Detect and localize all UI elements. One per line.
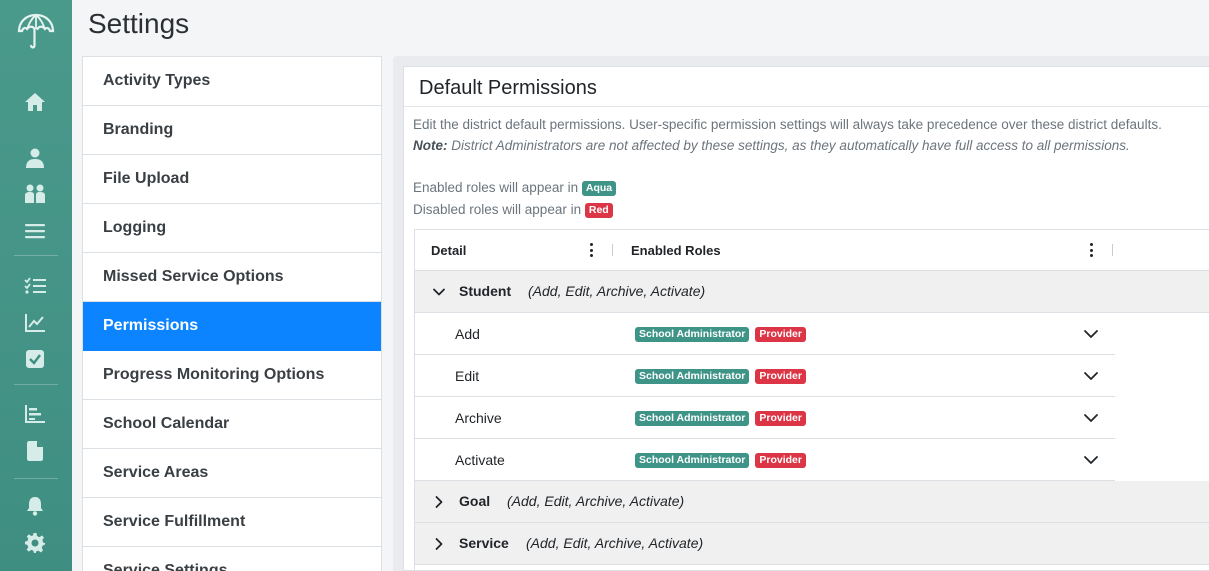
chevron-down-icon[interactable] <box>1083 369 1099 383</box>
chevron-right-icon[interactable] <box>432 495 446 509</box>
permission-row: Activate School Administrator Provider <box>415 439 1115 481</box>
group-actions: (Add, Edit, Archive, Activate) <box>526 535 704 551</box>
enabled-roles: School Administrator Provider <box>635 411 806 426</box>
file-icon[interactable] <box>24 440 46 462</box>
check-square-icon[interactable] <box>24 348 46 370</box>
permission-name: Edit <box>455 368 480 384</box>
group-name: Service <box>459 535 509 551</box>
group-row-student[interactable]: Student (Add, Edit, Archive, Activate) <box>415 271 1209 313</box>
default-permissions-card: Default Permissions Edit the district de… <box>403 66 1209 571</box>
left-nav-rail <box>0 0 72 571</box>
chevron-down-icon[interactable] <box>1083 453 1099 467</box>
group-row-goal[interactable]: Goal (Add, Edit, Archive, Activate) <box>415 481 1209 523</box>
card-divider <box>404 106 1209 107</box>
gear-icon[interactable] <box>24 532 46 554</box>
checklist-icon[interactable] <box>24 275 46 297</box>
chevron-down-icon[interactable] <box>1083 327 1099 341</box>
menu-item-missed-service-options[interactable]: Missed Service Options <box>83 253 381 302</box>
description-text: Edit the district default permissions. U… <box>413 117 1162 132</box>
line-chart-icon[interactable] <box>24 312 46 334</box>
permission-name: Archive <box>455 410 502 426</box>
note-body: District Administrators are not affected… <box>451 138 1130 153</box>
card-title: Default Permissions <box>419 77 597 99</box>
menu-item-logging[interactable]: Logging <box>83 204 381 253</box>
menu-item-service-fulfillment[interactable]: Service Fulfillment <box>83 498 381 547</box>
enabled-roles: School Administrator Provider <box>635 369 806 384</box>
menu-item-progress-monitoring-options[interactable]: Progress Monitoring Options <box>83 351 381 400</box>
column-header-enabled-roles[interactable]: Enabled Roles <box>631 243 721 258</box>
column-resize-handle[interactable] <box>1112 244 1113 256</box>
menu-item-branding[interactable]: Branding <box>83 106 381 155</box>
role-tag-school-administrator: School Administrator <box>635 411 750 426</box>
column-header-detail[interactable]: Detail <box>431 243 466 258</box>
enabled-legend-text: Enabled roles will appear in <box>413 180 579 195</box>
umbrella-logo-icon[interactable] <box>17 12 55 52</box>
permission-row: Archive School Administrator Provider <box>415 397 1115 439</box>
enabled-roles: School Administrator Provider <box>635 453 806 468</box>
permission-name: Add <box>455 326 480 342</box>
red-legend-tag: Red <box>584 203 613 218</box>
enabled-roles: School Administrator Provider <box>635 327 806 342</box>
group-actions: (Add, Edit, Archive, Activate) <box>507 493 685 509</box>
menu-item-school-calendar[interactable]: School Calendar <box>83 400 381 449</box>
chevron-right-icon[interactable] <box>432 537 446 551</box>
grid-body: Student (Add, Edit, Archive, Activate) Add… <box>415 271 1209 565</box>
role-tag-provider: Provider <box>755 453 806 468</box>
page-title: Settings <box>88 8 190 39</box>
role-tag-school-administrator: School Administrator <box>635 327 750 342</box>
menu-item-service-areas[interactable]: Service Areas <box>83 449 381 498</box>
group-name: Goal <box>459 493 491 509</box>
column-resize-handle[interactable] <box>612 244 613 256</box>
users-icon[interactable] <box>24 183 46 205</box>
grid-header: Detail Enabled Roles <box>415 230 1209 271</box>
permission-row: Edit School Administrator Provider <box>415 355 1115 397</box>
role-tag-school-administrator: School Administrator <box>635 369 750 384</box>
column-menu-detail-icon[interactable] <box>586 241 596 259</box>
disabled-legend: Disabled roles will appear in Red <box>413 202 613 218</box>
list-icon[interactable] <box>24 220 46 242</box>
group-actions: (Add, Edit, Archive, Activate) <box>528 283 706 299</box>
enabled-legend: Enabled roles will appear in Aqua <box>413 180 617 196</box>
chevron-down-icon[interactable] <box>432 285 446 299</box>
group-name: Student <box>459 283 512 299</box>
menu-item-service-settings[interactable]: Service Settings <box>83 547 381 571</box>
permission-row: Add School Administrator Provider <box>415 313 1115 355</box>
menu-item-file-upload[interactable]: File Upload <box>83 155 381 204</box>
home-icon[interactable] <box>24 91 46 113</box>
role-tag-provider: Provider <box>755 411 806 426</box>
note-text: Note: District Administrators are not af… <box>413 138 1130 153</box>
column-menu-roles-icon[interactable] <box>1086 241 1096 259</box>
chevron-down-icon[interactable] <box>1083 411 1099 425</box>
menu-item-permissions[interactable]: Permissions <box>83 302 381 351</box>
role-tag-provider: Provider <box>755 369 806 384</box>
note-label: Note: <box>413 138 448 153</box>
bar-chart-icon[interactable] <box>24 403 46 425</box>
role-tag-provider: Provider <box>755 327 806 342</box>
aqua-legend-tag: Aqua <box>581 181 617 196</box>
user-icon[interactable] <box>24 147 46 169</box>
permissions-grid: Detail Enabled Roles Student (Add, Edit, … <box>414 229 1209 570</box>
disabled-legend-text: Disabled roles will appear in <box>413 202 582 217</box>
menu-item-activity-types[interactable]: Activity Types <box>83 57 381 106</box>
settings-menu: Activity Types Branding File Upload Logging… <box>82 56 382 571</box>
role-tag-school-administrator: School Administrator <box>635 453 750 468</box>
permission-name: Activate <box>455 452 505 468</box>
bell-icon[interactable] <box>24 495 46 517</box>
group-row-service[interactable]: Service (Add, Edit, Archive, Activate) <box>415 523 1209 565</box>
